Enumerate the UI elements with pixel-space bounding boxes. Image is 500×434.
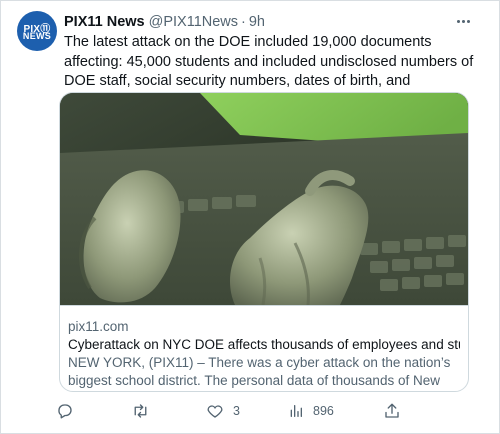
retweet-icon bbox=[134, 404, 147, 418]
more-icon bbox=[456, 19, 470, 23]
heart-icon bbox=[207, 405, 223, 418]
action-bar: 3 896 bbox=[56, 401, 476, 421]
reply-icon bbox=[58, 404, 72, 419]
share-button[interactable] bbox=[383, 401, 410, 421]
account-handle[interactable]: @PIX11News bbox=[149, 14, 238, 30]
like-button[interactable]: 3 bbox=[206, 401, 240, 421]
separator: · bbox=[241, 14, 246, 30]
link-card[interactable]: pix11.com Cyberattack on NYC DOE affects… bbox=[59, 92, 469, 392]
reply-button[interactable] bbox=[56, 401, 83, 421]
timestamp[interactable]: 9h bbox=[249, 14, 265, 30]
card-title[interactable]: Cyberattack on NYC DOE affects thousands… bbox=[68, 336, 460, 354]
card-meta[interactable]: pix11.com Cyberattack on NYC DOE affects… bbox=[60, 305, 468, 391]
views-icon bbox=[290, 405, 302, 417]
retweet-button[interactable] bbox=[131, 401, 159, 421]
card-image-graphic bbox=[60, 93, 468, 305]
tweet-header: PIX11 News @PIX11News · 9h bbox=[64, 13, 265, 31]
like-count: 3 bbox=[233, 404, 240, 418]
tweet[interactable]: PIX⑪ NEWS PIX11 News @PIX11News · 9h The… bbox=[0, 0, 500, 434]
views-count: 896 bbox=[313, 404, 334, 418]
avatar[interactable]: PIX⑪ NEWS bbox=[17, 11, 57, 51]
card-image[interactable] bbox=[60, 93, 468, 305]
account-name[interactable]: PIX11 News bbox=[64, 14, 145, 30]
more-options-button[interactable] bbox=[453, 11, 473, 31]
card-description: NEW YORK, (PIX11) – There was a cyber at… bbox=[68, 355, 451, 388]
views-button[interactable]: 896 bbox=[288, 401, 334, 421]
avatar-logo-subtext: NEWS bbox=[22, 31, 52, 41]
card-domain: pix11.com bbox=[68, 319, 129, 334]
share-icon bbox=[385, 403, 399, 418]
